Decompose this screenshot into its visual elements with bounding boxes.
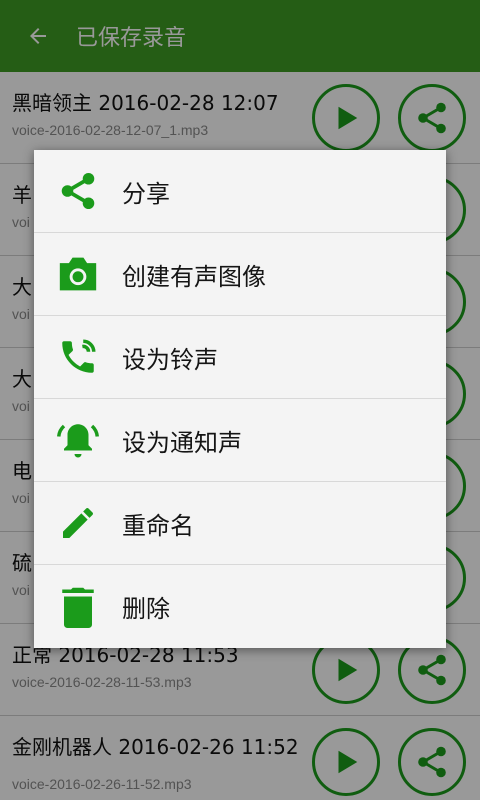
menu-item-label: 设为铃声 [122, 345, 218, 374]
trash-icon [34, 586, 122, 628]
menu-item-label: 设为通知声 [122, 428, 242, 457]
context-menu-dialog: 分享 创建有声图像 设为铃声 设为通知声 重命名 删除 [34, 150, 446, 648]
phone-ringing-icon [34, 336, 122, 378]
menu-item-set-ringtone[interactable]: 设为铃声 [34, 316, 446, 399]
pencil-icon [34, 503, 122, 543]
bell-ringing-icon [34, 419, 122, 461]
menu-item-label: 重命名 [122, 511, 194, 540]
menu-item-label: 分享 [122, 179, 170, 208]
menu-item-label: 创建有声图像 [122, 262, 266, 291]
menu-item-create-sound-image[interactable]: 创建有声图像 [34, 233, 446, 316]
camera-icon [34, 254, 122, 294]
share-icon [34, 170, 122, 212]
menu-item-delete[interactable]: 删除 [34, 565, 446, 648]
menu-item-set-notification[interactable]: 设为通知声 [34, 399, 446, 482]
menu-item-label: 删除 [122, 595, 170, 623]
menu-item-share[interactable]: 分享 [34, 150, 446, 233]
menu-item-rename[interactable]: 重命名 [34, 482, 446, 565]
